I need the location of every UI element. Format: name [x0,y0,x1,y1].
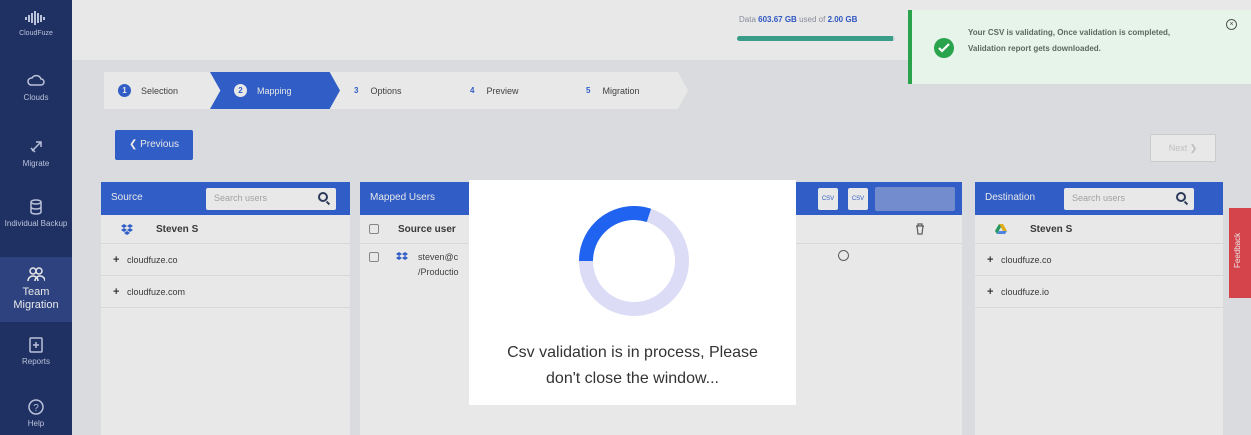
toast-message: Your CSV is validating, Once validation … [968,28,1171,53]
modal-message-line-1: Csv validation is in process, Please [507,344,758,361]
validation-modal: Csv validation is in process, Please don… [469,180,796,405]
modal-message: Csv validation is in process, Please don… [469,340,796,392]
validation-toast: Your CSV is validating, Once validation … [908,10,1251,84]
loading-spinner-icon [579,206,689,316]
close-icon[interactable]: × [1226,19,1237,30]
modal-message-line-2: don't close the window... [546,370,719,387]
check-circle-icon [934,38,954,58]
